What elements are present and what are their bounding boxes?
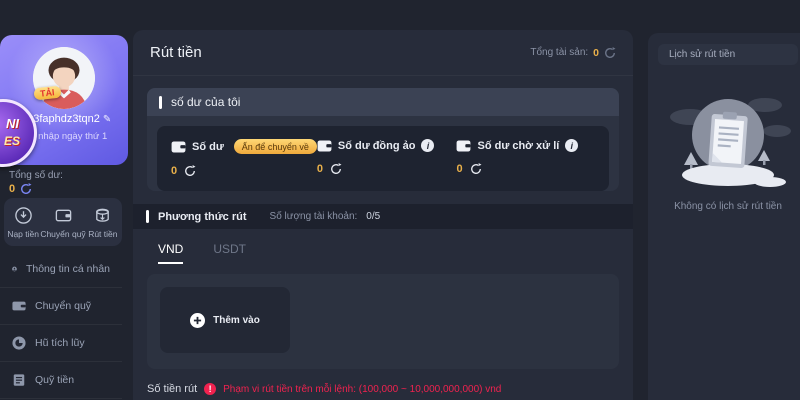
balance-label: Số dư bbox=[192, 141, 224, 153]
total-assets: Tổng tài sản: 0 bbox=[530, 47, 616, 59]
wallet-icon bbox=[12, 299, 26, 313]
jar-icon bbox=[12, 336, 26, 350]
empty-history-text: Không có lịch sử rút tiền bbox=[648, 201, 800, 212]
quick-actions: Nạp tiền Chuyển quỹ Rút tiền bbox=[4, 198, 122, 246]
sidebar-item-savings-jar[interactable]: Hũ tích lũy bbox=[0, 325, 122, 362]
total-assets-label: Tổng tài sản: bbox=[530, 47, 588, 58]
balance-label: Số dư đồng ảo bbox=[338, 140, 416, 152]
bank-accounts-panel: Thêm vào bbox=[147, 274, 619, 369]
sidebar-item-funds[interactable]: Quỹ tiền bbox=[0, 362, 122, 399]
wallet-icon bbox=[171, 141, 186, 153]
balance-value: 0 bbox=[171, 165, 177, 177]
info-icon[interactable]: i bbox=[421, 139, 434, 152]
menu-label: Chuyển quỹ bbox=[35, 300, 91, 312]
balance-card-pending: Số dư chờ xử lí i 0 bbox=[456, 139, 600, 177]
withdraw-amount-label: Số tiền rút bbox=[147, 383, 197, 395]
balance-card-main: Số dư Ấn để chuyển về 0 bbox=[171, 139, 317, 177]
sidebar-menu: Thông tin cá nhân Chuyển quỹ Hũ tích lũy bbox=[0, 251, 122, 399]
page-title: Rút tiền bbox=[150, 44, 202, 61]
empty-history-illustration-icon bbox=[662, 87, 794, 191]
balance-cards: Số dư Ấn để chuyển về 0 bbox=[157, 126, 609, 191]
refresh-icon[interactable] bbox=[20, 183, 32, 195]
balance-section-header: số dư của tôi bbox=[147, 88, 619, 116]
balance-section-title: số dư của tôi bbox=[171, 95, 240, 109]
transfer-funds-button[interactable]: Chuyển quỹ bbox=[40, 206, 85, 239]
total-balance-value: 0 bbox=[9, 183, 15, 195]
wallet-icon bbox=[317, 140, 332, 152]
withdraw-icon bbox=[93, 206, 112, 225]
account-count-value: 0/5 bbox=[366, 211, 380, 222]
withdraw-button[interactable]: Rút tiền bbox=[86, 206, 120, 239]
main-header: Rút tiền Tổng tài sản: 0 bbox=[133, 30, 633, 76]
currency-tabs: VND USDT bbox=[133, 229, 633, 264]
action-label: Rút tiền bbox=[88, 229, 117, 239]
refresh-icon[interactable] bbox=[604, 47, 616, 59]
withdraw-amount-row: Số tiền rút ! Phạm vi rút tiền trên mỗi … bbox=[147, 383, 619, 395]
withdraw-limit-warning: Phạm vi rút tiền trên mỗi lệnh: (100,000… bbox=[223, 384, 501, 395]
refresh-icon[interactable] bbox=[330, 163, 342, 175]
deposit-icon bbox=[14, 206, 33, 225]
avatar[interactable] bbox=[33, 47, 95, 109]
add-bank-account-button[interactable]: Thêm vào bbox=[160, 287, 290, 353]
sidebar-item-personal-info[interactable]: Thông tin cá nhân bbox=[0, 251, 122, 288]
promo-badge-text: ES bbox=[4, 134, 20, 148]
empty-state-illustration bbox=[648, 87, 800, 191]
balance-label: Số dư chờ xử lí bbox=[477, 140, 559, 152]
withdraw-main-panel: Rút tiền Tổng tài sản: 0 số dư của tôi bbox=[133, 30, 633, 400]
action-label: Nạp tiền bbox=[7, 229, 39, 239]
balance-card-virtual: Số dư đồng ảo i 0 bbox=[317, 139, 457, 177]
transfer-back-badge[interactable]: Ấn để chuyển về bbox=[234, 139, 317, 154]
info-icon[interactable]: i bbox=[565, 139, 578, 152]
withdraw-history-panel: Lịch sử rút tiền Không c bbox=[648, 33, 800, 400]
fund-icon bbox=[12, 373, 26, 387]
menu-label: Thông tin cá nhân bbox=[26, 263, 110, 275]
tab-vnd[interactable]: VND bbox=[158, 242, 183, 264]
plus-icon bbox=[190, 313, 205, 328]
refresh-icon[interactable] bbox=[470, 163, 482, 175]
account-count-label: Số lượng tài khoản: bbox=[270, 211, 358, 222]
balance-value: 0 bbox=[456, 163, 462, 175]
sidebar-item-transfer-funds[interactable]: Chuyển quỹ bbox=[0, 288, 122, 325]
sidebar: vzk3faphdz3tqn2✎ Gia nhập ngày thứ 1 TẢI… bbox=[0, 0, 130, 400]
menu-label: Hũ tích lũy bbox=[35, 337, 85, 349]
refresh-icon[interactable] bbox=[184, 165, 196, 177]
total-balance-label: Tổng số dư: bbox=[9, 170, 63, 181]
avatar-person-icon bbox=[33, 47, 95, 109]
deposit-button[interactable]: Nạp tiền bbox=[6, 206, 40, 239]
edit-username-icon[interactable]: ✎ bbox=[103, 114, 111, 125]
my-balance-section: số dư của tôi Số dư Ấn để chuyển về 0 bbox=[147, 88, 619, 191]
warning-icon: ! bbox=[204, 383, 216, 395]
tab-usdt[interactable]: USDT bbox=[213, 242, 246, 264]
transfer-icon bbox=[54, 206, 73, 225]
menu-label: Quỹ tiền bbox=[35, 374, 74, 386]
add-card-label: Thêm vào bbox=[213, 315, 260, 326]
promo-badge-text: NI bbox=[6, 116, 19, 131]
user-icon bbox=[12, 262, 17, 276]
withdraw-method-title: Phương thức rút bbox=[158, 211, 247, 223]
balance-value: 0 bbox=[317, 163, 323, 175]
wallet-icon bbox=[456, 140, 471, 152]
total-assets-value: 0 bbox=[593, 47, 599, 59]
withdraw-method-header: Phương thức rút Số lượng tài khoản: 0/5 bbox=[133, 204, 633, 229]
action-label: Chuyển quỹ bbox=[40, 229, 85, 239]
total-balance-block: Tổng số dư: 0 bbox=[9, 170, 63, 195]
accent-bar bbox=[159, 96, 162, 109]
accent-bar bbox=[146, 210, 149, 223]
history-title: Lịch sử rút tiền bbox=[658, 44, 798, 65]
